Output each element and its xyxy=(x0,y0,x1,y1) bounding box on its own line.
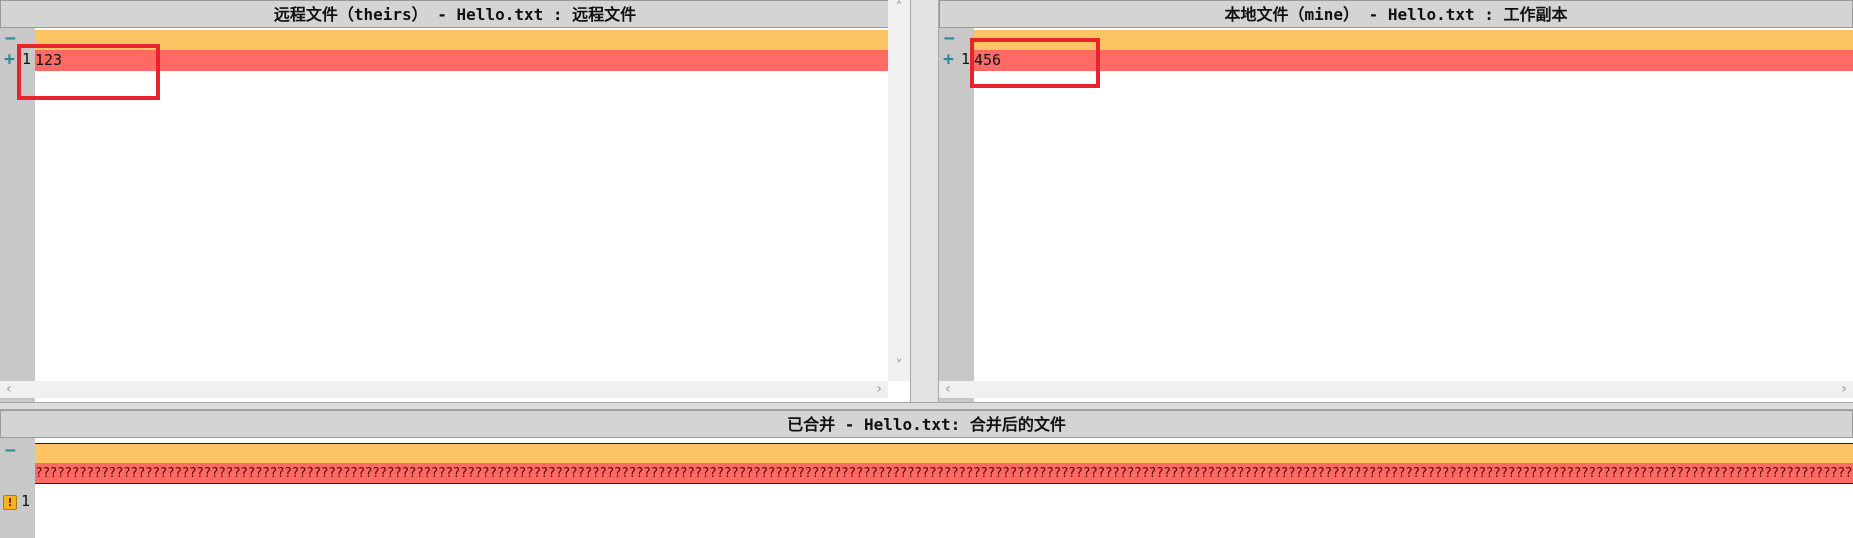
theirs-vertical-scrollbar[interactable]: ˄ ˅ xyxy=(888,0,910,381)
scroll-right-arrow-icon[interactable]: › xyxy=(876,381,882,398)
scroll-right-arrow-icon[interactable]: › xyxy=(1841,381,1847,398)
mine-conflict-header-band xyxy=(974,30,1853,50)
scroll-left-arrow-icon[interactable]: ‹ xyxy=(945,381,951,398)
horizontal-splitter[interactable] xyxy=(0,402,1853,410)
theirs-pane-title: 远程文件（theirs） - Hello.txt : 远程文件 xyxy=(0,0,910,28)
mine-editor[interactable]: 456 xyxy=(974,28,1853,402)
theirs-editor[interactable]: 123 xyxy=(35,28,910,402)
vertical-splitter[interactable] xyxy=(910,0,939,402)
merged-pane: 已合并 - Hello.txt: 合并后的文件 − ! 1 ??????????… xyxy=(0,410,1853,538)
mine-highlight-box xyxy=(970,38,1100,88)
expand-plus-icon[interactable]: + xyxy=(943,49,954,70)
theirs-conflict-header-band xyxy=(35,30,910,50)
mine-conflict-line-band xyxy=(974,50,1853,71)
collapse-minus-icon[interactable]: − xyxy=(5,30,16,48)
merged-conflict-header-band xyxy=(35,443,1853,464)
warning-icon: ! xyxy=(3,495,17,510)
collapse-minus-icon[interactable]: − xyxy=(944,30,955,48)
mine-line-number: 1 xyxy=(961,50,971,68)
collapse-minus-icon[interactable]: − xyxy=(5,442,16,460)
theirs-conflict-line-band xyxy=(35,50,910,71)
merged-editor[interactable]: ????????????????????????????????????????… xyxy=(35,438,1853,538)
scroll-left-arrow-icon[interactable]: ‹ xyxy=(6,381,12,398)
theirs-highlight-box xyxy=(17,44,160,100)
theirs-horizontal-scrollbar[interactable]: ‹ › xyxy=(0,381,888,398)
mine-pane-title: 本地文件（mine） - Hello.txt : 工作副本 xyxy=(939,0,1853,28)
merged-line-text[interactable]: ????????????????????????????????????????… xyxy=(35,463,1853,484)
merged-pane-title: 已合并 - Hello.txt: 合并后的文件 xyxy=(0,410,1853,438)
scroll-up-arrow-icon[interactable]: ˄ xyxy=(888,0,910,16)
merged-gutter: − ! 1 xyxy=(0,438,35,538)
mine-horizontal-scrollbar[interactable]: ‹ › xyxy=(939,381,1853,398)
expand-plus-icon[interactable]: + xyxy=(4,49,15,70)
mine-gutter: − + 1 xyxy=(939,28,974,402)
scroll-down-arrow-icon[interactable]: ˅ xyxy=(888,358,910,374)
merged-line-number: 1 xyxy=(21,492,31,510)
